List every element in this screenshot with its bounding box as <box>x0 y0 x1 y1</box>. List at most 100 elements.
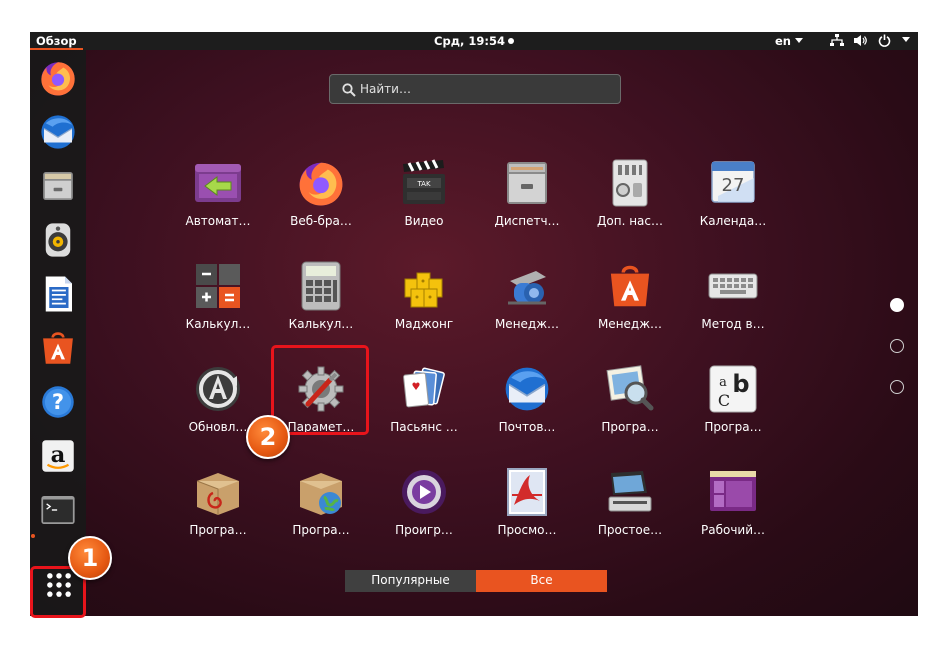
annotation-badge-1: 1 <box>68 536 112 580</box>
app-tweaks[interactable]: Доп. нас… <box>582 156 678 246</box>
dock-help[interactable]: ? <box>36 380 80 424</box>
app-image-viewer[interactable]: Програ… <box>582 362 678 452</box>
app-input-method[interactable]: Метод в… <box>685 259 781 349</box>
dock-thunderbird[interactable] <box>36 110 80 154</box>
highlight-box-settings <box>271 345 369 435</box>
svg-text:TAK: TAK <box>416 180 431 188</box>
page-indicator-3[interactable] <box>890 380 904 394</box>
dock-software[interactable] <box>36 326 80 370</box>
app-label: Календа… <box>699 214 767 228</box>
app-solitaire[interactable]: Пасьянс … <box>376 362 472 452</box>
calculator-gray-icon <box>301 261 341 311</box>
desktop-screen: Обзор Срд, 19:54 en ? a Найти… Автомат… … <box>30 32 918 616</box>
rhythmbox-icon <box>45 223 71 257</box>
calendar-day: 27 <box>722 175 745 196</box>
app-label: Програ… <box>189 523 247 537</box>
app-label: Маджонг <box>394 317 454 331</box>
workspace-icon <box>710 471 756 511</box>
app-label: Проигр… <box>395 523 453 537</box>
tweaks-icon <box>612 159 648 207</box>
volume-icon <box>854 34 868 50</box>
app-label: Доп. нас… <box>597 214 663 228</box>
glyph-c: C <box>718 391 730 410</box>
search-box[interactable] <box>329 74 621 104</box>
dock: ? a <box>30 50 86 616</box>
amazon-icon: a <box>42 440 74 472</box>
app-video[interactable]: TAK Видео <box>376 156 472 246</box>
app-label: Рабочий… <box>700 523 766 537</box>
dock-firefox[interactable] <box>36 56 80 100</box>
writer-icon <box>45 276 72 312</box>
app-label: Пасьянс … <box>390 420 458 434</box>
tab-popular[interactable]: Популярные <box>345 570 476 592</box>
app-package-installer[interactable]: Програ… <box>170 465 266 555</box>
terminal-icon <box>41 496 75 524</box>
dock-amazon[interactable]: a <box>36 434 80 478</box>
glyph-b: b <box>732 370 749 398</box>
app-document-viewer[interactable]: Просмо… <box>479 465 575 555</box>
app-mail[interactable]: Почтов… <box>479 362 575 452</box>
app-label: Метод в… <box>701 317 765 331</box>
app-label: Диспетч… <box>494 214 560 228</box>
app-label: Веб-бра… <box>290 214 352 228</box>
firefox-icon <box>41 62 75 96</box>
app-label: Просмо… <box>497 523 557 537</box>
dock-files[interactable] <box>36 164 80 208</box>
page-indicator-1[interactable] <box>890 298 904 312</box>
system-tray[interactable] <box>830 34 916 48</box>
app-media-player[interactable]: Проигр… <box>376 465 472 555</box>
app-archive-manager[interactable]: Диспетч… <box>479 156 575 246</box>
package-installer-icon <box>196 473 239 515</box>
dock-rhythmbox[interactable] <box>36 218 80 262</box>
search-icon <box>342 83 356 97</box>
app-label: Менедж… <box>597 317 663 331</box>
app-software-manager[interactable]: Менедж… <box>582 259 678 349</box>
language-indicator[interactable]: en <box>775 34 803 48</box>
files-icon <box>43 172 73 200</box>
running-indicator <box>31 534 35 538</box>
calendar-icon: 27 <box>711 161 755 203</box>
app-mahjongg[interactable]: Маджонг <box>376 259 472 349</box>
annotation-badge-2: 2 <box>246 415 290 459</box>
mahjongg-icon <box>404 272 443 308</box>
app-calculator-1[interactable]: Калькул… <box>170 259 266 349</box>
page-indicator-2[interactable] <box>890 339 904 353</box>
help-icon: ? <box>42 386 74 418</box>
updater-icon <box>196 367 240 411</box>
app-font-viewer[interactable]: abC Програ… <box>685 362 781 452</box>
app-label: Калькул… <box>185 317 251 331</box>
app-printer-manager[interactable]: Менедж… <box>479 259 575 349</box>
notification-dot-icon <box>507 38 514 44</box>
video-icon: TAK <box>403 159 445 204</box>
thunderbird-icon <box>41 115 75 149</box>
tab-all[interactable]: Все <box>476 570 607 592</box>
archive-manager-icon <box>507 162 547 204</box>
app-calculator-2[interactable]: Калькул… <box>273 259 369 349</box>
app-label: Програ… <box>704 420 762 434</box>
scanner-icon <box>608 471 652 512</box>
dock-writer[interactable] <box>36 272 80 316</box>
app-workspace[interactable]: Рабочий… <box>685 465 781 555</box>
app-filter-switcher: Популярные Все <box>345 570 607 592</box>
automation-icon <box>195 164 241 202</box>
app-calendar[interactable]: 27 Календа… <box>685 156 781 246</box>
font-viewer-icon: a bC <box>709 365 757 413</box>
search-input[interactable] <box>360 79 610 99</box>
app-web-browser[interactable]: Веб-бра… <box>273 156 369 246</box>
language-code: en <box>775 34 791 48</box>
svg-text:a: a <box>51 442 66 468</box>
app-label: Почтов… <box>498 420 556 434</box>
app-software-properties[interactable]: Програ… <box>273 465 369 555</box>
app-automation[interactable]: Автомат… <box>170 156 266 246</box>
dock-terminal[interactable] <box>36 488 80 532</box>
power-icon <box>878 34 891 50</box>
app-label: Простое… <box>597 523 663 537</box>
keyboard-icon <box>708 273 758 299</box>
top-bar: Обзор Срд, 19:54 en <box>30 32 918 50</box>
app-scanner[interactable]: Простое… <box>582 465 678 555</box>
software-icon <box>610 265 650 307</box>
svg-text:?: ? <box>52 390 64 414</box>
solitaire-icon <box>403 367 445 408</box>
app-label: Менедж… <box>494 317 560 331</box>
chevron-down-icon <box>795 38 803 43</box>
